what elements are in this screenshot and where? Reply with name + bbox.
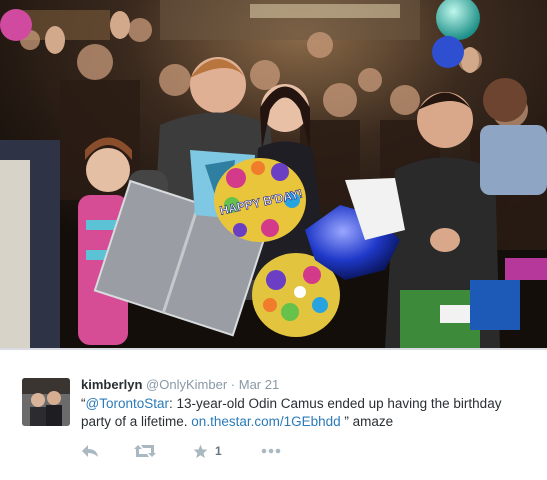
crowd-photo-illustration: HAPPY B'DAY! [0,0,547,348]
avatar[interactable] [22,378,70,426]
tweet-header: kimberlyn @OnlyKimber · Mar 21 [81,377,279,393]
tweet-photo[interactable]: HAPPY B'DAY! [0,0,547,348]
photo-divider [0,348,547,350]
more-button[interactable] [261,442,281,460]
tweet-text: “@TorontoStar: 13-year-old Odin Camus en… [81,395,531,431]
mention-link[interactable]: @TorontoStar [86,396,170,411]
reply-button[interactable] [81,442,99,460]
favorite-button[interactable]: 1 [193,442,222,460]
favorite-count: 1 [215,444,222,458]
avatar-image [22,378,70,426]
tweet-actions: 1 [81,442,381,460]
tweet-timestamp[interactable]: Mar 21 [239,377,279,392]
star-icon [193,444,208,458]
reply-icon [82,445,98,457]
display-name[interactable]: kimberlyn [81,377,142,392]
article-link[interactable]: on.thestar.com/1GEbhdd [191,414,340,429]
retweet-icon [134,445,156,457]
header-separator: · [230,377,236,392]
retweet-button[interactable] [134,442,156,460]
tweet-card: HAPPY B'DAY! kimberlyn @OnlyKimber · Mar… [0,0,547,480]
tweet-close-text: ” amaze [340,414,394,429]
more-dots-icon [261,448,281,454]
user-handle[interactable]: @OnlyKimber [146,377,227,392]
